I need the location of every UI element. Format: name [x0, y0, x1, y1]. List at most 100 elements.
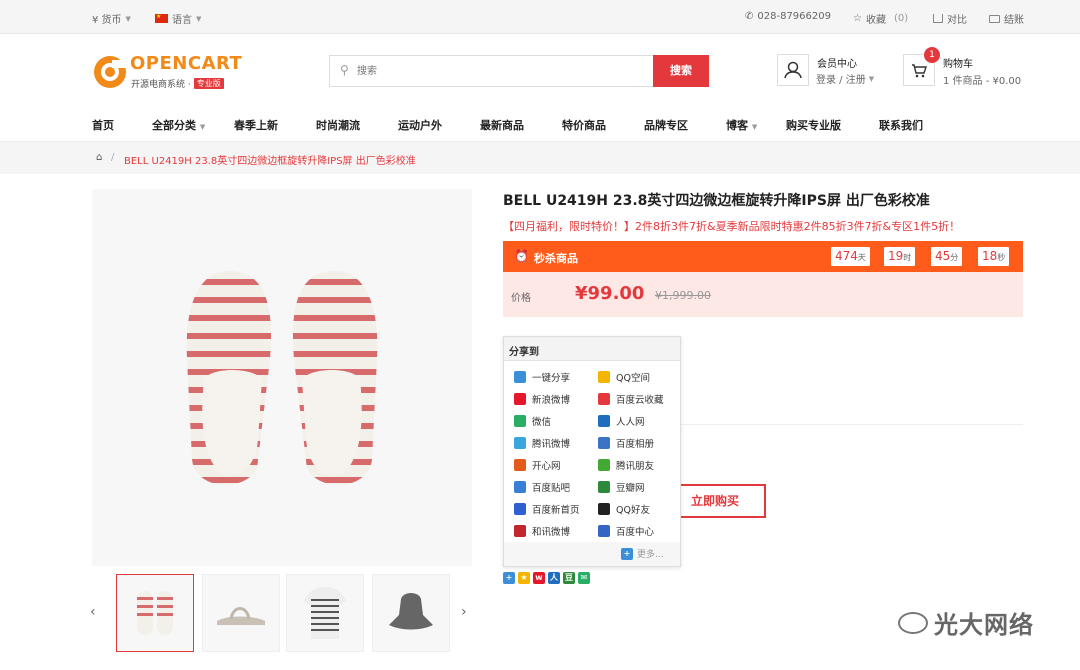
logo-icon[interactable] — [92, 54, 128, 90]
nav-contact[interactable]: 联系我们 — [879, 117, 923, 133]
countdown-seconds-unit: 秒 — [997, 253, 1006, 262]
logo-text[interactable]: OPENCART — [130, 53, 242, 74]
breadcrumb-current[interactable]: BELL U2419H 23.8英寸四边微边框旋转升降IPS屏 出厂色彩校准 — [124, 152, 416, 167]
price-label: 价格 — [511, 293, 531, 304]
compare-label: 对比 — [947, 15, 967, 26]
share-more-label: 更多... — [637, 550, 664, 560]
countdown-days-value: 474 — [835, 249, 858, 263]
share-item[interactable]: 百度贴吧 — [514, 480, 570, 494]
nav-all-categories[interactable]: 全部分类 ▼ — [152, 117, 205, 133]
album-icon — [598, 437, 610, 449]
checkout-icon — [989, 14, 1000, 23]
currency-label: ¥ 货币 — [92, 15, 122, 26]
wechat-icon[interactable]: ✉ — [578, 572, 590, 584]
chevron-down-icon: ▼ — [868, 74, 875, 83]
renren-icon — [598, 415, 610, 427]
share-item-label: 百度相册 — [616, 439, 655, 450]
qq-icon — [598, 503, 610, 515]
share-item[interactable]: 人人网 — [598, 414, 645, 428]
weibo-icon — [514, 393, 526, 405]
compare-link[interactable]: 对比 — [933, 11, 967, 26]
share-item[interactable]: 新浪微博 — [514, 392, 570, 406]
countdown-minutes-unit: 分 — [950, 253, 959, 262]
language-selector[interactable]: ★ 语言 ▼ — [155, 11, 201, 26]
share-item[interactable]: 百度新首页 — [514, 502, 580, 516]
member-icon[interactable] — [777, 54, 809, 86]
share-item[interactable]: 一键分享 — [514, 370, 570, 384]
countdown-seconds: 18秒 — [978, 247, 1010, 266]
favorites-link[interactable]: ☆ 收藏 (0) — [853, 11, 908, 26]
home-icon[interactable]: ⌂ — [96, 152, 102, 163]
nav-specials[interactable]: 特价商品 — [562, 117, 606, 133]
login-register-link[interactable]: 登录 / 注册 — [816, 71, 866, 86]
share-item[interactable]: 腾讯朋友 — [598, 458, 654, 472]
cart-summary[interactable]: 1 件商品 - ¥0.00 — [943, 72, 1021, 87]
hexun-icon — [514, 525, 526, 537]
search-input[interactable] — [357, 62, 647, 80]
checkout-link[interactable]: 结账 — [989, 11, 1024, 26]
nav-newest[interactable]: 最新商品 — [480, 117, 524, 133]
cart-count-badge: 1 — [924, 47, 940, 63]
nav-brands[interactable]: 品牌专区 — [644, 117, 688, 133]
wechat-icon — [514, 415, 526, 427]
thumbnail-bucket-hat[interactable] — [372, 574, 450, 652]
share-item[interactable]: 开心网 — [514, 458, 561, 472]
countdown-days: 474天 — [831, 247, 870, 266]
douban-icon[interactable]: 豆 — [563, 572, 575, 584]
qzone-icon[interactable]: ★ — [518, 572, 530, 584]
member-title[interactable]: 会员中心 — [817, 55, 857, 70]
countdown-hours-value: 19 — [888, 249, 904, 263]
flash-sale-label: 秒杀商品 — [534, 252, 578, 265]
logo-subtitle: 开源电商系统 · 专业版 — [131, 77, 224, 90]
search-button[interactable]: 搜索 — [653, 55, 709, 87]
share-item[interactable]: 腾讯微博 — [514, 436, 570, 450]
share-item[interactable]: 百度云收藏 — [598, 392, 664, 406]
share-item[interactable]: 微信 — [514, 414, 551, 428]
countdown-minutes-value: 45 — [935, 249, 951, 263]
share-item[interactable]: 和讯微博 — [514, 524, 570, 538]
product-main-image[interactable] — [92, 189, 472, 566]
thumbnail-next-arrow[interactable]: › — [461, 604, 467, 620]
share-item-label: 腾讯朋友 — [616, 461, 655, 472]
member-links[interactable]: 登录 / 注册 ▼ — [816, 71, 875, 87]
language-label: 语言 — [172, 15, 192, 26]
share-more-link[interactable]: + 更多... — [621, 547, 664, 560]
share-item[interactable]: 豆瓣网 — [598, 480, 645, 494]
nav-blog[interactable]: 博客 ▼ — [726, 117, 757, 133]
nav-fashion[interactable]: 时尚潮流 — [316, 117, 360, 133]
currency-selector[interactable]: ¥ 货币 ▼ — [92, 11, 131, 27]
logo-subtitle-text: 开源电商系统 · — [131, 80, 191, 90]
thumbnail-slippers[interactable] — [116, 574, 194, 652]
renren-icon[interactable]: 人 — [548, 572, 560, 584]
weibo-icon[interactable]: w — [533, 572, 545, 584]
nav-blog-label: 博客 — [726, 119, 748, 132]
share-item-label: 百度贴吧 — [532, 483, 571, 494]
share-more-icon[interactable]: + — [503, 572, 515, 584]
cart-title[interactable]: 购物车 — [943, 55, 973, 70]
old-price: ¥1,999.00 — [655, 289, 711, 302]
kaixin-icon — [514, 459, 526, 471]
share-icon-strip: + ★ w 人 豆 ✉ — [503, 572, 590, 584]
share-item-label: 百度新首页 — [532, 505, 580, 516]
nav-buy-pro[interactable]: 购买专业版 — [786, 117, 841, 133]
share-item[interactable]: QQ空间 — [598, 370, 650, 384]
promo-text[interactable]: 【四月福利，限时特价！】2件8折3件7折&夏季新品限时特惠2件85折3件7折&专… — [503, 218, 960, 234]
nav-outdoor[interactable]: 运动户外 — [398, 117, 442, 133]
breadcrumb: ⌂ / BELL U2419H 23.8英寸四边微边框旋转升降IPS屏 出厂色彩… — [0, 142, 1080, 174]
nav-spring-new[interactable]: 春季上新 — [234, 117, 278, 133]
qzone-icon — [598, 371, 610, 383]
share-item-label: 微信 — [532, 417, 552, 428]
share-item-label: 开心网 — [532, 461, 561, 472]
share-item[interactable]: QQ好友 — [598, 502, 650, 516]
plus-icon: + — [621, 547, 633, 560]
nav-home[interactable]: 首页 — [92, 117, 114, 133]
share-item[interactable]: 百度中心 — [598, 524, 654, 538]
thumbnail-tshirt[interactable] — [286, 574, 364, 652]
phone-icon: ✆ — [745, 11, 754, 22]
thumbnail-prev-arrow[interactable]: ‹ — [90, 604, 96, 620]
thumbnail-sandals[interactable] — [202, 574, 280, 652]
chevron-down-icon: ▼ — [199, 123, 206, 131]
share-item-label: QQ好友 — [616, 505, 650, 516]
share-item[interactable]: 百度相册 — [598, 436, 654, 450]
product-title: BELL U2419H 23.8英寸四边微边框旋转升降IPS屏 出厂色彩校准 — [503, 193, 930, 209]
